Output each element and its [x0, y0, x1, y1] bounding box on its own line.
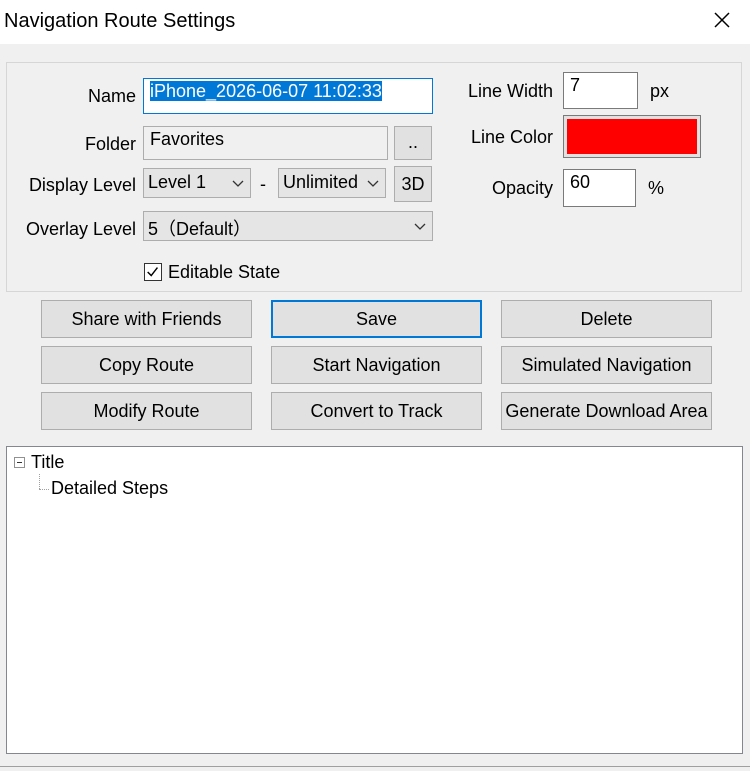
save-button[interactable]: Save [271, 300, 482, 338]
display-level-separator: - [260, 174, 266, 194]
start-navigation-button[interactable]: Start Navigation [271, 346, 482, 384]
collapse-icon[interactable] [14, 457, 25, 468]
display-level-from-select[interactable]: Level 1 [143, 168, 251, 198]
name-input[interactable]: iPhone_2026-06-07 11:02:33 [143, 78, 433, 114]
window-title: Navigation Route Settings [4, 10, 236, 32]
folder-label: Folder [84, 134, 136, 154]
tree-node-detailed-steps[interactable]: Detailed Steps [51, 478, 168, 499]
folder-browse-button[interactable]: .. [394, 126, 432, 160]
opacity-value: 60 [570, 172, 591, 192]
name-label: Name [87, 86, 136, 106]
line-color-swatch [567, 119, 697, 154]
overlay-level-select[interactable]: 5（Default） [143, 211, 433, 241]
overlay-level-value: 5（Default） [148, 219, 252, 239]
tree-connector [39, 474, 40, 489]
folder-field-value: Favorites [150, 129, 225, 149]
simulated-navigation-button[interactable]: Simulated Navigation [501, 346, 712, 384]
chevron-down-icon [367, 180, 379, 187]
3d-button[interactable]: 3D [394, 166, 432, 202]
editable-checkbox[interactable] [144, 263, 162, 281]
close-icon[interactable] [712, 10, 732, 30]
name-input-value: iPhone_2026-06-07 11:02:33 [150, 81, 382, 101]
route-steps-tree[interactable]: Title Detailed Steps [6, 446, 743, 754]
convert-to-track-button[interactable]: Convert to Track [271, 392, 482, 430]
window-bottom-border [0, 766, 750, 767]
line-color-label: Line Color [470, 127, 553, 147]
line-color-button[interactable] [563, 115, 701, 158]
display-level-to-select[interactable]: Unlimited [278, 168, 386, 198]
line-width-input[interactable]: 7 [563, 72, 638, 109]
folder-field[interactable]: Favorites [143, 126, 388, 160]
opacity-label: Opacity [491, 178, 553, 198]
overlay-level-label: Overlay Level [25, 219, 136, 239]
display-level-label: Display Level [28, 175, 136, 195]
editable-label: Editable State [168, 262, 281, 282]
opacity-input[interactable]: 60 [563, 169, 636, 207]
line-width-label: Line Width [467, 81, 553, 101]
chevron-down-icon [414, 223, 426, 230]
line-width-value: 7 [570, 75, 581, 95]
display-level-to-value: Unlimited [283, 172, 357, 192]
generate-download-area-button[interactable]: Generate Download Area [501, 392, 712, 430]
copy-route-button[interactable]: Copy Route [41, 346, 252, 384]
opacity-unit: % [648, 178, 665, 198]
chevron-down-icon [232, 180, 244, 187]
tree-connector [39, 489, 49, 490]
delete-button[interactable]: Delete [501, 300, 712, 338]
modify-route-button[interactable]: Modify Route [41, 392, 252, 430]
tree-node-title[interactable]: Title [31, 452, 64, 473]
line-width-unit: px [650, 81, 670, 101]
title-bar: Navigation Route Settings [0, 0, 750, 44]
share-with-friends-button[interactable]: Share with Friends [41, 300, 252, 338]
checkmark-icon [147, 267, 159, 277]
